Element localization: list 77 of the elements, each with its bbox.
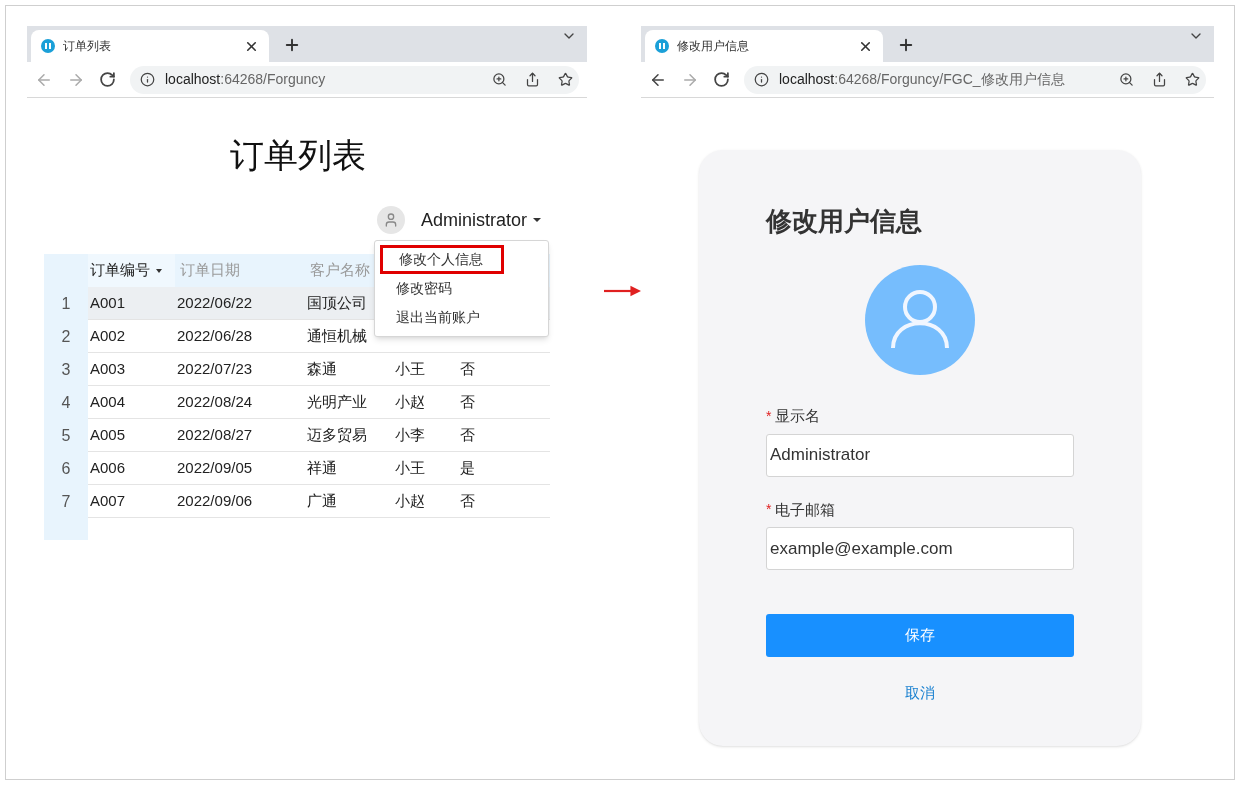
table-cell-text: A003 (89, 358, 127, 379)
table-cell-text: 迈多贸易 (306, 424, 368, 445)
row-number: 6 (44, 452, 88, 485)
zoom-icon[interactable] (492, 72, 507, 87)
table-cell-text: A005 (89, 424, 127, 445)
cancel-link[interactable]: 取消 (905, 682, 935, 705)
table-cell-text: A001 (89, 292, 127, 313)
tab-title: 订单列表 (63, 38, 112, 55)
table-cell-text: A002 (89, 325, 127, 346)
table-cell-text: A007 (89, 490, 127, 511)
zoom-icon[interactable] (1119, 72, 1134, 87)
row-number: 7 (44, 485, 88, 518)
table-cell-text: 2022/09/05 (176, 457, 254, 478)
table-cell-text: 2022/09/06 (176, 490, 254, 511)
table-cell-text: 否 (459, 391, 476, 412)
required-mark: * (766, 406, 772, 426)
table-cell-text: A004 (89, 391, 127, 412)
table-cell-text: 2022/06/28 (176, 325, 254, 346)
table-cell-text: 森通 (306, 358, 338, 379)
info-icon[interactable] (754, 72, 769, 87)
reload-icon[interactable] (713, 71, 730, 88)
avatar-icon (377, 206, 405, 234)
caret-icon (156, 268, 162, 273)
share-icon[interactable] (525, 72, 540, 87)
table-cell-text: 广通 (306, 490, 338, 511)
row-number: 4 (44, 386, 88, 419)
table-cell-text: A006 (89, 457, 127, 478)
table-cell-text: 小赵 (394, 490, 426, 511)
table-cell-text: 小王 (394, 358, 426, 379)
input-field[interactable]: Administrator (766, 433, 1074, 477)
url-text: localhost:64268/Forguncy (165, 70, 327, 89)
table-cell-text: 小赵 (394, 391, 426, 412)
site-icon (41, 39, 55, 53)
info-icon[interactable] (140, 72, 155, 87)
table-cell-text: 2022/06/22 (176, 292, 254, 313)
menu-item[interactable]: 修改个人信息 (380, 245, 504, 274)
address-bar[interactable]: localhost:64268/Forguncy (130, 65, 579, 94)
reload-icon[interactable] (99, 71, 116, 88)
bookmark-icon[interactable] (558, 72, 573, 87)
table-cell-text: 国顶公司 (306, 292, 368, 313)
new-tab-icon[interactable] (897, 36, 915, 54)
table-cell-text: 2022/08/27 (176, 424, 254, 445)
address-bar[interactable]: localhost:64268/Forguncy/FGC_修改用户信息 (744, 65, 1206, 94)
caret-icon (533, 218, 542, 222)
row-number: 2 (44, 320, 88, 353)
table-cell-text: 是 (459, 457, 476, 478)
field-label: 电子邮箱 (775, 499, 836, 520)
arrow-icon (604, 284, 641, 298)
share-icon[interactable] (1152, 72, 1167, 87)
form-heading: 修改用户信息 (766, 205, 923, 238)
field-label: 显示名 (775, 406, 821, 426)
table-cell-text: 通恒机械 (306, 325, 368, 346)
required-mark: * (766, 500, 772, 520)
table-cell-text: 光明产业 (306, 391, 368, 412)
table-cell-text: 2022/08/24 (176, 391, 254, 412)
browser-tab[interactable]: 修改用户信息 (645, 30, 883, 62)
input-field[interactable]: example@example.com (766, 527, 1074, 570)
row-number: 5 (44, 419, 88, 452)
table-cell-text: 小李 (394, 424, 426, 445)
table-cell-text: 否 (459, 358, 476, 379)
table-cell-text: 祥通 (306, 457, 338, 478)
table-cell-text: 否 (459, 424, 476, 445)
column-header[interactable]: 订单编号 (88, 254, 175, 287)
table-cell-text: 2022/07/23 (176, 358, 254, 379)
row-number: 3 (44, 353, 88, 386)
user-menu-toggle[interactable]: Administrator (377, 206, 542, 234)
url-text: localhost:64268/Forguncy/FGC_修改用户信息 (779, 70, 1066, 89)
table-cell-text: 小王 (394, 457, 426, 478)
table-cell-text: 否 (459, 490, 476, 511)
bookmark-icon[interactable] (1185, 72, 1200, 87)
tab-title: 修改用户信息 (677, 38, 750, 55)
browser-tab[interactable]: 订单列表 (31, 30, 269, 62)
site-icon (655, 39, 669, 53)
new-tab-icon[interactable] (283, 36, 301, 54)
page-title: 订单列表 (230, 135, 366, 176)
row-number: 1 (44, 287, 88, 320)
row-header-background (44, 518, 88, 540)
